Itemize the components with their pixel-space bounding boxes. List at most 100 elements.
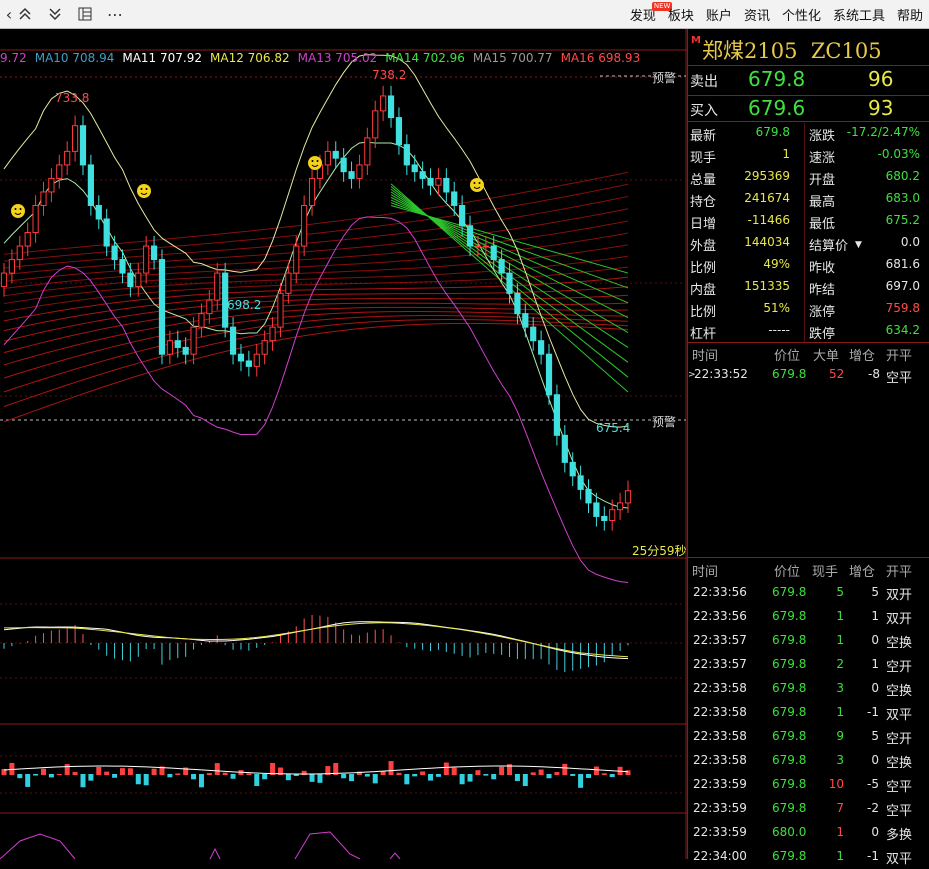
candle-body (111, 245, 118, 261)
tick-row[interactable]: 22:33:58 679.8 9 5 空开 (688, 727, 929, 749)
menu-item-1[interactable]: 板块 (668, 5, 694, 24)
volume-bar (372, 774, 378, 784)
tick-vol: 1 (836, 609, 844, 623)
volume-bar (64, 764, 70, 775)
stat-label: 杠杆 (690, 327, 717, 342)
candle-body (40, 191, 47, 206)
volume-bar (341, 774, 347, 779)
tick-time: 22:33:58 (693, 729, 747, 743)
smiley-icon[interactable] (11, 204, 25, 218)
menu-item-label: 资讯 (743, 8, 770, 24)
candle-body (522, 313, 529, 328)
buy-row[interactable]: 买入 679.6 93 (688, 96, 929, 124)
stat-label: 最高 (809, 195, 836, 210)
tick-header: 时间 价位 现手 增仓 开平 (688, 561, 929, 583)
menu-item-4[interactable]: 个性化 (782, 5, 821, 24)
kdj-line (0, 833, 76, 859)
volume-bar (246, 773, 252, 775)
tick-row[interactable]: 22:33:56 679.8 1 1 双开 (688, 607, 929, 629)
volume-bar (135, 774, 141, 785)
tick-change: 1 (871, 609, 879, 623)
tick-time: 22:34:00 (693, 849, 747, 863)
volume-bar (364, 774, 370, 777)
tick-row[interactable]: 22:33:57 679.8 2 1 空开 (688, 655, 929, 677)
menu-item-5[interactable]: 系统工具 (833, 5, 885, 24)
candle-body (530, 326, 537, 342)
candle-body (506, 272, 513, 294)
candle-body (514, 292, 521, 315)
tick-row[interactable]: 22:33:59 679.8 10 -5 空平 (688, 775, 929, 797)
stat-row: 最新 679.8 涨跌 -17.2/2.47% (688, 123, 929, 145)
tick-row[interactable]: 22:33:57 679.8 1 0 空换 (688, 631, 929, 653)
tick-vol: 7 (836, 801, 844, 815)
warn-label-bottom[interactable]: 预警 (652, 413, 677, 430)
chevron-left-icon[interactable]: ‹ (2, 3, 16, 25)
col-change: 增仓 (849, 565, 876, 580)
candle-body (435, 177, 442, 186)
menu-item-2[interactable]: 账户 (706, 5, 732, 24)
menu-item-label: 个性化 (781, 8, 821, 24)
big-trade-row[interactable]: > 22:33:52 679.8 52 -8 空平 (688, 367, 929, 389)
volume-bar (530, 772, 536, 775)
stats-divider (804, 123, 805, 343)
chevrons-down-icon[interactable] (45, 3, 65, 25)
ma-legend-item: MA13 705.02 (297, 51, 378, 65)
stat-value: 241674 (744, 191, 790, 205)
tick-row[interactable]: 22:33:58 679.8 3 0 空换 (688, 679, 929, 701)
smiley-icon[interactable] (137, 184, 151, 198)
volume-bar (404, 774, 410, 785)
tick-row[interactable]: 22:33:56 679.8 5 5 双开 (688, 583, 929, 605)
tick-vol: 1 (836, 705, 844, 719)
tick-price: 679.8 (772, 633, 807, 647)
tick-row[interactable]: 22:33:58 679.8 3 0 空换 (688, 751, 929, 773)
stat-label: 总量 (690, 173, 717, 188)
tick-row[interactable]: 22:33:59 680.0 1 0 多换 (688, 823, 929, 845)
candle-body (79, 125, 87, 166)
stat-label: 昨结 (809, 283, 836, 298)
smiley-icon[interactable] (470, 178, 484, 192)
tick-time: 22:33:58 (693, 705, 747, 719)
volume-bar (175, 773, 181, 775)
tick-row[interactable]: 22:33:59 679.8 7 -2 空平 (688, 799, 929, 821)
top-toolbar: ‹ ⋯ 发现 NEW 板块 账户 资讯 个性化 系统工具 帮助 (0, 0, 929, 29)
candlestick-chart[interactable] (0, 29, 687, 859)
smiley-icon[interactable] (308, 156, 322, 170)
stat-label: 跌停 (809, 327, 836, 342)
tick-change: -1 (867, 849, 879, 863)
tick-row[interactable]: 22:33:58 679.8 1 -1 双平 (688, 703, 929, 725)
candle-body (451, 191, 458, 206)
chevrons-up-icon[interactable] (15, 3, 35, 25)
menu-item-0[interactable]: 发现 NEW (630, 1, 673, 24)
tick-row[interactable]: 22:34:00 679.8 1 -1 双平 (688, 847, 929, 869)
volume-bar (80, 774, 86, 788)
contract-title: M 郑煤2105 ZC105 (688, 31, 929, 63)
stat-value: 1 (782, 147, 790, 161)
volume-bar (491, 774, 497, 780)
menu-item-6[interactable]: 帮助 (897, 5, 923, 24)
stat-label: 涨跌 (809, 129, 836, 144)
stat-row: 日增 -11466 最低 675.2 (688, 211, 929, 233)
volume-bar (25, 774, 31, 787)
volume-bar (578, 774, 584, 788)
tick-change: 0 (871, 825, 879, 839)
sell-row[interactable]: 卖出 679.8 96 (688, 67, 929, 95)
buy-volume: 93 (868, 96, 894, 120)
more-icon[interactable]: ⋯ (105, 3, 125, 25)
tick-time: 22:33:56 (693, 585, 747, 599)
volume-bar (88, 774, 94, 781)
contract-name-text: 郑煤2105 (702, 39, 798, 63)
stat-value: -17.2/2.47% (846, 125, 920, 139)
warn-label-top[interactable]: 预警 (652, 69, 677, 86)
layout-icon[interactable] (75, 3, 95, 25)
candle-body (387, 95, 395, 119)
stat-label: 最低 (809, 217, 836, 232)
stat-label: 昨收 (809, 261, 836, 276)
dropdown-arrow-icon[interactable]: ▼ (855, 240, 862, 250)
contract-name[interactable]: 郑煤2105 ZC105 (702, 35, 882, 65)
stat-label: 内盘 (690, 283, 717, 298)
menu-item-3[interactable]: 资讯 (744, 5, 770, 24)
stat-row: 比例 51% 涨停 759.8 (688, 299, 929, 321)
volume-bar (412, 774, 418, 777)
tick-vol: 3 (836, 681, 844, 695)
countdown-timer: 25分59秒 (632, 544, 687, 558)
